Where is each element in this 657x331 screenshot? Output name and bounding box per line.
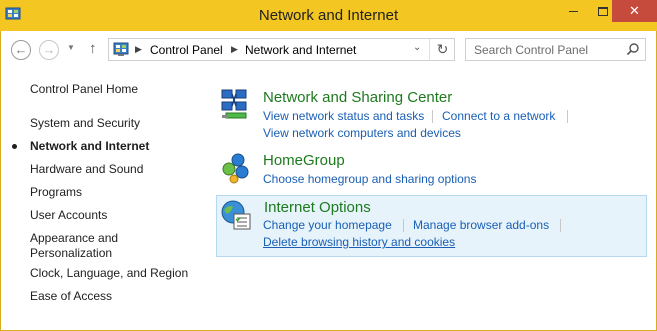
sidebar-item-ease-of-access[interactable]: Ease of Access xyxy=(30,289,112,303)
back-button[interactable]: ← xyxy=(11,40,31,60)
current-item-bullet-icon xyxy=(12,144,17,149)
category-title-homegroup[interactable]: HomeGroup xyxy=(263,152,345,169)
category-title-internet-options[interactable]: Internet Options xyxy=(264,199,371,216)
link-separator xyxy=(432,110,433,123)
window-title: Network and Internet xyxy=(258,7,399,24)
sidebar-item-system-and-security[interactable]: System and Security xyxy=(30,116,140,130)
minimize-icon xyxy=(568,11,578,13)
link-connect-to-network[interactable]: Connect to a network xyxy=(442,109,555,123)
breadcrumb-separator-icon[interactable]: ▶ xyxy=(231,44,238,55)
refresh-icon: ↻ xyxy=(436,41,449,57)
internet-options-icon[interactable] xyxy=(219,198,253,232)
homegroup-icon[interactable] xyxy=(218,150,252,184)
sidebar-item-label: Appearance and xyxy=(30,231,119,245)
sidebar-item-label: Network and Internet xyxy=(30,139,150,153)
forward-button[interactable]: → xyxy=(39,40,59,60)
category-internet-options: Internet Options Change your homepage Ma… xyxy=(216,195,647,257)
network-sharing-center-icon[interactable] xyxy=(218,87,252,121)
link-delete-browsing-history[interactable]: Delete browsing history and cookies xyxy=(263,235,455,249)
category-homegroup: HomeGroup Choose homegroup and sharing o… xyxy=(216,148,647,190)
link-manage-browser-addons[interactable]: Manage browser add-ons xyxy=(413,218,549,232)
sidebar-item-control-panel-home[interactable]: Control Panel Home xyxy=(30,82,138,96)
link-choose-homegroup-options[interactable]: Choose homegroup and sharing options xyxy=(263,172,476,186)
refresh-button[interactable]: ↻ xyxy=(429,39,455,60)
sidebar-item-programs[interactable]: Programs xyxy=(30,185,82,199)
up-arrow-icon: ↑ xyxy=(89,40,97,57)
breadcrumb-network-and-internet[interactable]: Network and Internet xyxy=(245,43,356,57)
address-dropdown-icon[interactable]: ⌄ xyxy=(413,42,421,53)
sidebar-item-user-accounts[interactable]: User Accounts xyxy=(30,208,107,222)
breadcrumb-separator-icon[interactable]: ▶ xyxy=(135,44,142,55)
link-separator xyxy=(560,219,561,232)
search-box[interactable]: Search Control Panel xyxy=(465,38,646,61)
up-button[interactable]: ↑ xyxy=(89,40,97,57)
navigation-bar: ← → ▼ ↑ ▶ Control Panel ▶ Network and In… xyxy=(1,31,656,66)
search-input[interactable]: Search Control Panel xyxy=(474,43,588,57)
recent-locations-button[interactable]: ▼ xyxy=(67,43,75,52)
link-view-network-computers[interactable]: View network computers and devices xyxy=(263,126,461,140)
control-panel-icon xyxy=(113,42,129,56)
maximize-icon xyxy=(598,7,608,17)
close-button[interactable]: ✕ xyxy=(612,0,657,22)
minimize-button[interactable] xyxy=(560,0,586,22)
sidebar-item-hardware-and-sound[interactable]: Hardware and Sound xyxy=(30,162,143,176)
chevron-down-icon: ▼ xyxy=(67,43,75,52)
title-bar[interactable]: Network and Internet ✕ xyxy=(0,0,657,31)
search-icon[interactable] xyxy=(626,42,640,56)
category-network-and-sharing-center: Network and Sharing Center View network … xyxy=(216,85,647,143)
back-arrow-icon: ← xyxy=(14,42,28,57)
category-title-network-and-sharing-center[interactable]: Network and Sharing Center xyxy=(263,89,452,106)
link-separator xyxy=(567,110,568,123)
link-separator xyxy=(403,219,404,232)
sidebar-item-label-line2: Personalization xyxy=(30,246,113,260)
link-view-network-status[interactable]: View network status and tasks xyxy=(263,109,424,123)
address-bar[interactable]: ▶ Control Panel ▶ Network and Internet ⌄… xyxy=(108,38,455,61)
forward-arrow-icon: → xyxy=(42,42,56,57)
link-change-homepage[interactable]: Change your homepage xyxy=(263,218,392,232)
close-icon: ✕ xyxy=(629,3,640,18)
breadcrumb-control-panel[interactable]: Control Panel xyxy=(150,43,223,57)
sidebar-item-appearance-and-personalization[interactable]: Appearance and Personalization xyxy=(30,231,190,261)
sidebar-item-clock-language-region[interactable]: Clock, Language, and Region xyxy=(30,266,188,280)
